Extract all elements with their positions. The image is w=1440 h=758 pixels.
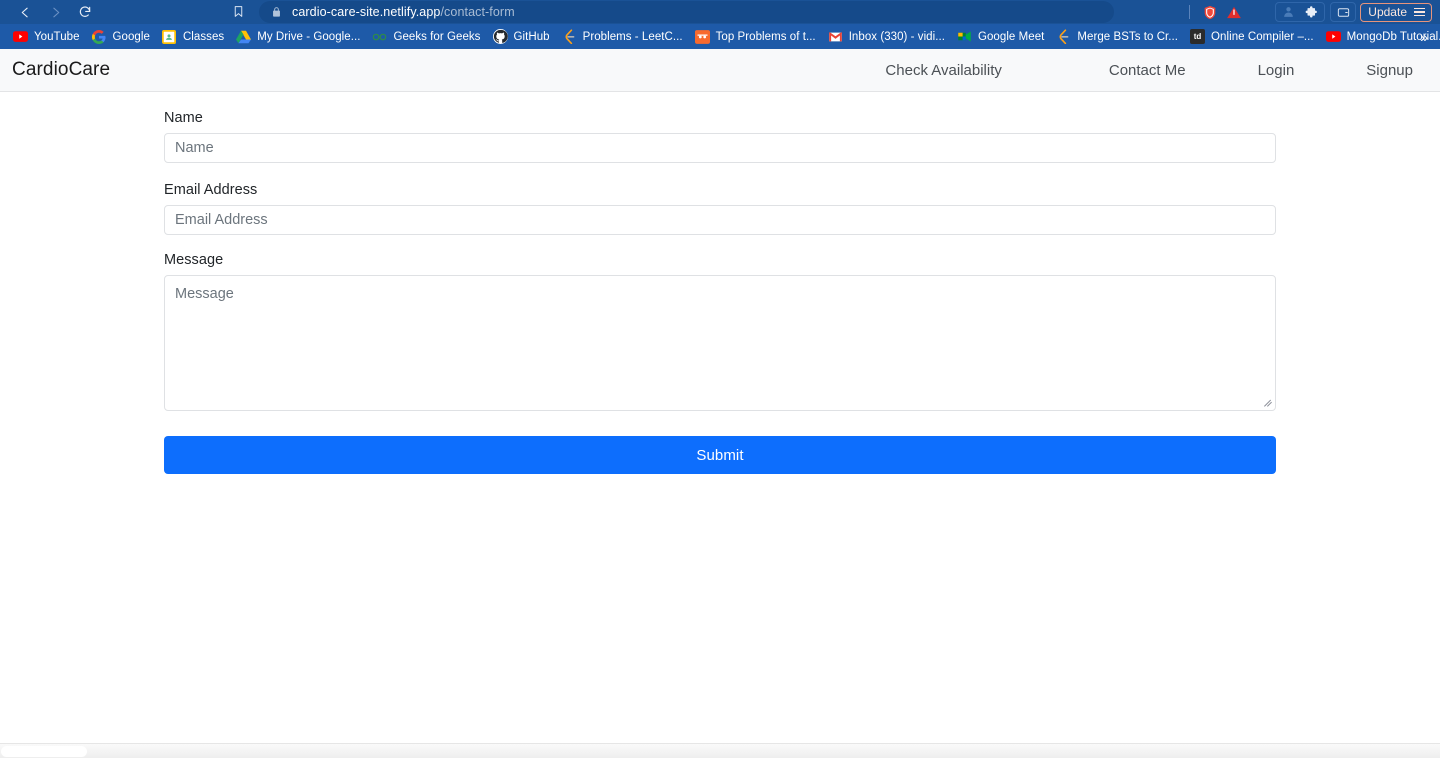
submit-spacer [164, 411, 1276, 436]
name-label: Name [164, 110, 203, 126]
page-content: CardioCare Check Availability Contact Me… [0, 49, 1440, 758]
lock-icon [273, 7, 280, 17]
geeksforgeeks-icon [372, 29, 387, 44]
puzzle-extensions-icon[interactable] [1300, 1, 1324, 23]
update-button[interactable]: Update [1360, 2, 1432, 22]
message-field-group: Message [164, 252, 1276, 411]
bookmarks-overflow-button[interactable]: » [1416, 29, 1432, 45]
bookmark-label: Merge BSTs to Cr... [1077, 30, 1179, 43]
gmail-icon [828, 29, 843, 44]
warning-triangle-icon[interactable] [1222, 1, 1246, 23]
update-label: Update [1368, 5, 1407, 19]
github-icon [492, 29, 508, 44]
bookmark-item[interactable]: Google Meet [952, 27, 1051, 46]
url-path: /contact-form [440, 5, 515, 19]
bookmark-item[interactable]: Problems - LeetC... [557, 27, 690, 46]
nav-link-signup[interactable]: Signup [1366, 62, 1413, 79]
bookmark-item[interactable]: td Online Compiler –... [1185, 27, 1321, 46]
bookmark-label: Google Meet [977, 30, 1045, 43]
browser-chrome: cardio-care-site.netlify.app/contact-for… [0, 0, 1440, 49]
bookmark-item[interactable]: YouTube [8, 27, 87, 46]
bookmark-label: Inbox (330) - vidi... [848, 30, 945, 43]
bookmark-label: YouTube [34, 30, 80, 43]
bookmark-label: Online Compiler –... [1211, 30, 1314, 43]
bookmark-item[interactable]: Google [87, 27, 157, 46]
coding-ninjas-icon [694, 29, 710, 44]
profile-icon[interactable] [1276, 1, 1300, 23]
bookmark-label: Top Problems of t... [715, 30, 816, 43]
nav-link-check-availability[interactable]: Check Availability [885, 62, 1001, 79]
bookmark-item[interactable]: GitHub [488, 27, 557, 46]
bookmarks-bar: YouTube Google Classes My Drive - Google… [0, 24, 1440, 49]
address-bar[interactable]: cardio-care-site.netlify.app/contact-for… [259, 1, 1114, 23]
contact-form: Name Email Address Message Submit [164, 92, 1276, 474]
youtube-icon [13, 29, 28, 44]
google-meet-icon [957, 29, 972, 44]
bookmark-label: GitHub [513, 30, 550, 43]
submit-button[interactable]: Submit [164, 436, 1276, 474]
toolbar-right-actions: Update [1181, 0, 1432, 24]
bookmark-label: My Drive - Google... [257, 30, 361, 43]
message-label: Message [164, 252, 224, 268]
site-nav-links: Check Availability Contact Me Login Sign… [885, 62, 1424, 79]
email-field-group: Email Address [164, 182, 1276, 235]
reload-icon[interactable] [76, 3, 94, 21]
forward-arrow-icon[interactable] [46, 3, 64, 21]
nav-link-login[interactable]: Login [1258, 62, 1295, 79]
name-field-group: Name [164, 110, 1276, 163]
hamburger-menu-icon[interactable] [1414, 7, 1425, 17]
site-brand[interactable]: CardioCare [8, 59, 110, 81]
message-textarea-wrapper [164, 275, 1276, 411]
google-classroom-icon [162, 29, 177, 44]
field-spacer [164, 163, 1276, 182]
bookmark-item[interactable]: Classes [157, 27, 231, 46]
message-textarea[interactable] [164, 275, 1276, 411]
horizontal-scrollbar[interactable] [0, 743, 1440, 758]
bookmark-label: Problems - LeetC... [582, 30, 683, 43]
leetcode-icon [1056, 29, 1071, 44]
bookmark-label: Google [112, 30, 150, 43]
bookmark-label: Geeks for Geeks [393, 30, 481, 43]
tutorialspoint-icon: td [1190, 29, 1206, 44]
nav-link-contact-me[interactable]: Contact Me [1109, 62, 1186, 79]
bookmark-item[interactable]: My Drive - Google... [231, 27, 367, 46]
bookmark-item[interactable]: Merge BSTs to Cr... [1051, 27, 1185, 46]
email-label: Email Address [164, 182, 258, 198]
brave-shield-icon[interactable] [1198, 1, 1222, 23]
email-input[interactable] [164, 205, 1276, 235]
extension-icons-group [1275, 1, 1326, 23]
bookmark-icon[interactable] [232, 4, 248, 20]
scrollbar-track[interactable] [0, 744, 1440, 758]
google-icon [92, 29, 107, 44]
bookmark-item[interactable]: Inbox (330) - vidi... [823, 27, 952, 46]
navigation-buttons [8, 3, 94, 21]
bookmark-item[interactable]: Top Problems of t... [690, 27, 823, 46]
bookmark-item[interactable]: Geeks for Geeks [367, 27, 487, 46]
site-navbar: CardioCare Check Availability Contact Me… [0, 49, 1440, 92]
leetcode-icon [562, 29, 577, 44]
browser-toolbar: cardio-care-site.netlify.app/contact-for… [0, 0, 1440, 24]
url-domain: cardio-care-site.netlify.app [292, 5, 441, 19]
field-spacer [164, 235, 1276, 252]
back-arrow-icon[interactable] [16, 3, 34, 21]
youtube-icon [1325, 29, 1341, 44]
scrollbar-thumb[interactable] [1, 746, 87, 757]
brave-wallet-icon[interactable] [1330, 2, 1357, 22]
bookmark-label: Classes [182, 30, 225, 43]
google-drive-icon [236, 29, 252, 44]
name-input[interactable] [164, 133, 1276, 163]
toolbar-divider [1189, 5, 1191, 19]
